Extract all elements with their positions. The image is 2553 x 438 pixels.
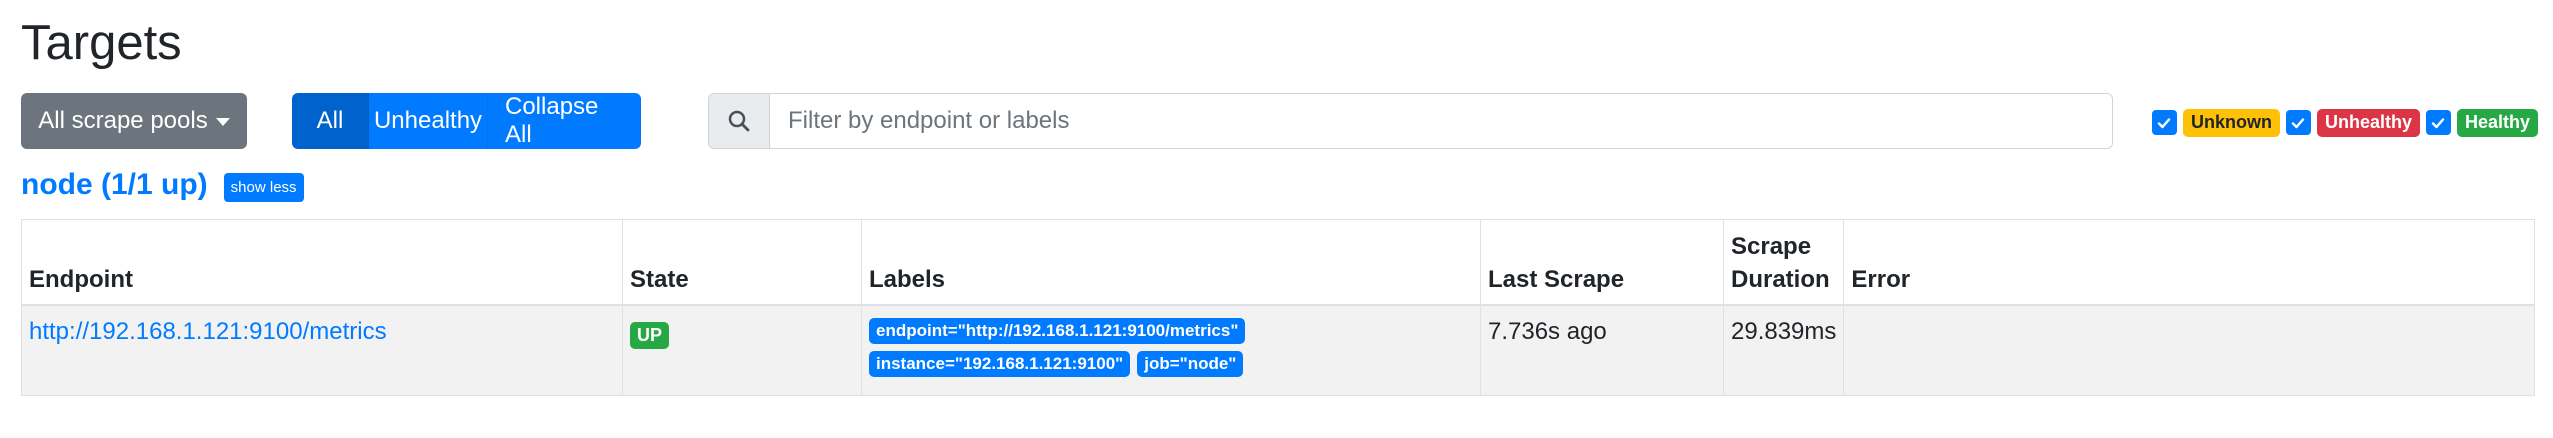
endpoint-cell: http://192.168.1.121:9100/metrics bbox=[21, 304, 623, 396]
column-header-scrape-duration: Scrape Duration bbox=[1722, 219, 1845, 306]
state-cell: UP bbox=[622, 304, 862, 396]
labels-cell: endpoint="http://192.168.1.121:9100/metr… bbox=[861, 304, 1481, 396]
scrape-pools-dropdown[interactable]: All scrape pools bbox=[21, 93, 247, 149]
error-cell bbox=[1843, 304, 2535, 396]
unknown-badge: Unknown bbox=[2182, 109, 2280, 137]
unhealthy-badge: Unhealthy bbox=[2316, 109, 2420, 137]
search-addon bbox=[709, 94, 770, 148]
last-scrape-cell: 7.736s ago bbox=[1480, 304, 1724, 396]
label-badge-job: job="node" bbox=[1137, 351, 1244, 377]
healthy-checkbox[interactable] bbox=[2425, 110, 2451, 136]
column-header-endpoint: Endpoint bbox=[21, 219, 623, 306]
targets-table: Endpoint State Labels Last Scrape Scrape… bbox=[21, 219, 2535, 396]
scrape-pools-label: All scrape pools bbox=[38, 107, 208, 134]
label-badge-instance: instance="192.168.1.121:9100" bbox=[869, 351, 1131, 377]
search-group bbox=[708, 93, 2113, 149]
page-title: Targets bbox=[21, 16, 182, 70]
collapse-all-button[interactable]: Collapse All bbox=[488, 93, 641, 149]
search-icon bbox=[728, 110, 750, 132]
label-badges: endpoint="http://192.168.1.121:9100/metr… bbox=[869, 318, 1299, 377]
column-header-error: Error bbox=[1843, 219, 2535, 306]
state-badge: UP bbox=[630, 322, 670, 349]
column-header-labels: Labels bbox=[861, 219, 1481, 306]
filter-unhealthy-button[interactable]: Unhealthy bbox=[369, 93, 488, 149]
endpoint-link[interactable]: http://192.168.1.121:9100/metrics bbox=[29, 318, 387, 345]
caret-down-icon bbox=[215, 118, 230, 126]
filter-all-button[interactable]: All bbox=[292, 93, 369, 149]
column-header-last-scrape: Last Scrape bbox=[1480, 219, 1724, 306]
pool-title-link[interactable]: node (1/1 up) bbox=[21, 168, 208, 202]
pool-heading: node (1/1 up) show less bbox=[21, 168, 304, 202]
scrape-duration-cell: 29.839ms bbox=[1722, 304, 1845, 396]
label-badge-endpoint: endpoint="http://192.168.1.121:9100/metr… bbox=[869, 318, 1246, 344]
healthy-badge: Healthy bbox=[2456, 109, 2538, 137]
check-icon bbox=[2292, 118, 2305, 128]
table-row: http://192.168.1.121:9100/metrics UP end… bbox=[21, 304, 2535, 396]
unhealthy-checkbox[interactable] bbox=[2285, 110, 2311, 136]
check-icon bbox=[2432, 118, 2445, 128]
filter-button-group: All Unhealthy Collapse All bbox=[292, 93, 641, 149]
search-input[interactable] bbox=[770, 94, 2112, 148]
table-header-row: Endpoint State Labels Last Scrape Scrape… bbox=[21, 219, 2535, 306]
unknown-checkbox[interactable] bbox=[2151, 110, 2177, 136]
column-header-state: State bbox=[622, 219, 862, 306]
show-less-button[interactable]: show less bbox=[223, 172, 304, 202]
check-icon bbox=[2158, 118, 2171, 128]
health-legend: Unknown Unhealthy Healthy bbox=[2151, 109, 2538, 137]
